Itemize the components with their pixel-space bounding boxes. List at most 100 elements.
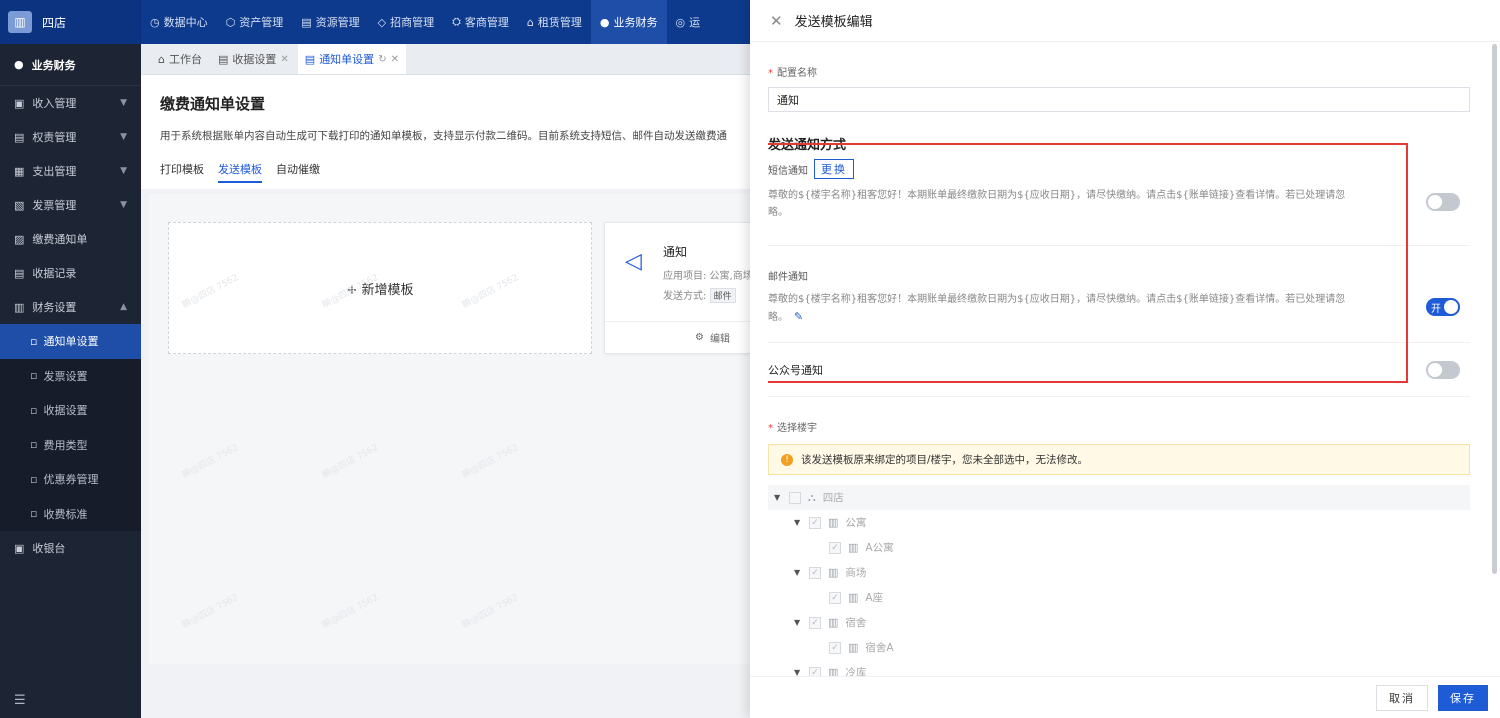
change-template-button[interactable]: 更换 bbox=[814, 159, 854, 179]
megaphone-icon: ◁ bbox=[625, 249, 642, 274]
sms-template-text: 尊敬的${楼宇名称}租客您好！本期账单最终缴款日期为${应收日期}，请尽快缴纳。… bbox=[768, 190, 1346, 218]
checkbox[interactable]: ✓ bbox=[809, 566, 821, 579]
sidebar-subitem-icon: ▫ bbox=[30, 472, 38, 486]
nav-label: 租赁管理 bbox=[537, 16, 582, 29]
edit-template-link[interactable]: 编辑 bbox=[710, 330, 730, 345]
tree-node[interactable]: ▼ ✓ ▥ 商场 bbox=[768, 560, 1470, 585]
wechat-notification: 公众号通知 bbox=[768, 343, 1470, 397]
top-nav-item[interactable]: ● 业务财务 bbox=[590, 0, 667, 44]
sidebar-item[interactable]: ▨ 缴费通知单 bbox=[0, 222, 141, 256]
nav-label: 运 bbox=[689, 16, 701, 29]
collapse-sidebar-icon[interactable]: ☰ bbox=[14, 693, 26, 708]
building-icon: ▥ bbox=[848, 541, 859, 554]
sidebar-subitem-icon: ▫ bbox=[30, 403, 38, 417]
tree-node[interactable]: ▼ ✓ ▥ 宿舍 bbox=[768, 610, 1470, 635]
tree-node-label: 四店 bbox=[822, 492, 844, 504]
checkbox[interactable]: ✓ bbox=[829, 541, 841, 554]
sidebar-subitem[interactable]: ▫ 收据设置 bbox=[0, 393, 141, 428]
sidebar-subitem-label: 费用类型 bbox=[43, 438, 88, 452]
page-tab[interactable]: ⌂ 工作台 bbox=[151, 44, 209, 74]
wechat-toggle[interactable] bbox=[1426, 361, 1460, 379]
checkbox[interactable] bbox=[789, 491, 801, 504]
sidebar-item-icon: ▨ bbox=[14, 232, 25, 246]
method-tag: 邮件 bbox=[709, 288, 736, 303]
sidebar-item-cashier[interactable]: ▣ 收银台 bbox=[0, 531, 141, 565]
watermark: 瞬@四店 7562 bbox=[180, 592, 241, 631]
warning-text: 该发送模板原来绑定的项目/楼宇，您未全部选中，无法修改。 bbox=[801, 454, 1089, 466]
watermark: 瞬@四店 7562 bbox=[460, 442, 521, 481]
checkbox[interactable]: ✓ bbox=[809, 516, 821, 529]
page-tab[interactable]: ▤ 通知单设置 ↻ ✕ bbox=[297, 44, 406, 74]
save-button[interactable]: 保存 bbox=[1438, 684, 1488, 711]
sidebar-item[interactable]: ▣ 收入管理 ▼ bbox=[0, 86, 141, 120]
top-nav-item[interactable]: ◇ 招商管理 bbox=[369, 0, 443, 44]
tree-node[interactable]: ▼ ✓ ▥ 公寓 bbox=[768, 510, 1470, 535]
page-tab[interactable]: ▤ 收据设置 ✕ bbox=[211, 44, 296, 74]
cashier-icon: ▣ bbox=[14, 541, 25, 555]
checkbox[interactable]: ✓ bbox=[829, 641, 841, 654]
watermark: 瞬@四店 7562 bbox=[460, 592, 521, 631]
add-template-card[interactable]: + 新增模板 bbox=[168, 222, 592, 354]
top-nav-items: ◷ 数据中心 ⬡ 资产管理 ▤ 资源管理 ◇ 招商管理 ⛭ 客商管理 ⌂ 租赁管理 ● 业务财务 ◎ 运 bbox=[141, 0, 709, 44]
tree-node[interactable]: ✓ ▥ A公寓 bbox=[768, 535, 1470, 560]
page-title: 缴费通知单设置 bbox=[160, 95, 266, 113]
logo[interactable]: ▥ 四店 bbox=[0, 0, 141, 44]
caret-icon[interactable]: ▼ bbox=[794, 668, 802, 676]
caret-icon[interactable]: ▼ bbox=[774, 493, 782, 502]
subtab[interactable]: 自动催缴 bbox=[276, 161, 320, 183]
drawer-scrollbar[interactable] bbox=[1492, 44, 1497, 574]
cancel-button[interactable]: 取消 bbox=[1376, 684, 1428, 711]
sidebar-item-label: 收入管理 bbox=[32, 97, 77, 110]
top-nav-item[interactable]: ⬡ 资产管理 bbox=[217, 0, 293, 44]
caret-icon[interactable]: ▼ bbox=[794, 618, 802, 627]
sidebar-subitem[interactable]: ▫ 优惠券管理 bbox=[0, 462, 141, 497]
chevron-icon: ▼ bbox=[120, 132, 127, 142]
tree-node[interactable]: ✓ ▥ 宿舍A bbox=[768, 635, 1470, 660]
sidebar-subitem[interactable]: ▫ 通知单设置 bbox=[0, 324, 141, 359]
top-nav-item[interactable]: ▤ 资源管理 bbox=[292, 0, 368, 44]
sidebar-item[interactable]: ▤ 权责管理 ▼ bbox=[0, 120, 141, 154]
sidebar-item-icon: ▦ bbox=[14, 164, 25, 178]
sms-toggle[interactable] bbox=[1426, 193, 1460, 211]
refresh-icon[interactable]: ↻ bbox=[378, 54, 386, 65]
close-tab-icon[interactable]: ✕ bbox=[391, 54, 399, 65]
checkbox[interactable]: ✓ bbox=[809, 616, 821, 629]
tree-node[interactable]: ▼ ✓ ▥ 冷库 bbox=[768, 660, 1470, 676]
top-nav-item[interactable]: ⌂ 租赁管理 bbox=[518, 0, 591, 44]
top-nav-item[interactable]: ⛭ 客商管理 bbox=[443, 0, 518, 44]
sidebar-item[interactable]: ▧ 发票管理 ▼ bbox=[0, 188, 141, 222]
building-icon: ▥ bbox=[828, 516, 839, 529]
tree-node[interactable]: ▼ ⛬ 四店 bbox=[768, 485, 1470, 510]
caret-icon[interactable]: ▼ bbox=[794, 568, 802, 577]
nav-label: 资源管理 bbox=[315, 16, 360, 29]
sidebar-item-icon: ▧ bbox=[14, 198, 25, 212]
sidebar-subitem[interactable]: ▫ 收费标准 bbox=[0, 496, 141, 531]
close-tab-icon[interactable]: ✕ bbox=[280, 54, 288, 65]
email-toggle[interactable]: 开 bbox=[1426, 298, 1460, 316]
template-content: + 新增模板 ◁ 通知 应用项目: 公寓,商场 发送方式: 邮件 ⚙ 编辑 瞬@… bbox=[149, 194, 764, 664]
building-icon: ▥ bbox=[848, 641, 859, 654]
sidebar-item-label: 权责管理 bbox=[32, 131, 77, 144]
checkbox[interactable]: ✓ bbox=[809, 666, 821, 676]
drawer-body: * 配置名称 通知 发送通知方式 短信通知 更换 尊敬的${楼宇名称}租客您好！本… bbox=[768, 42, 1470, 676]
logo-text: 四店 bbox=[42, 15, 67, 30]
subtab[interactable]: 打印模板 bbox=[160, 161, 204, 183]
sidebar-subitem[interactable]: ▫ 费用类型 bbox=[0, 427, 141, 462]
sidebar-subitem[interactable]: ▫ 发票设置 bbox=[0, 358, 141, 393]
sidebar-item[interactable]: ▤ 收据记录 bbox=[0, 256, 141, 290]
tree-node[interactable]: ✓ ▥ A座 bbox=[768, 585, 1470, 610]
top-nav-item[interactable]: ◎ 运 bbox=[667, 0, 710, 44]
close-icon[interactable]: ✕ bbox=[770, 12, 783, 30]
nav-icon: ⛭ bbox=[452, 15, 461, 28]
building-icon: ▥ bbox=[848, 591, 859, 604]
top-nav-item[interactable]: ◷ 数据中心 bbox=[141, 0, 217, 44]
sidebar-item[interactable]: ▥ 财务设置 ▲ bbox=[0, 290, 141, 324]
drawer-footer: 取消 保存 bbox=[750, 676, 1500, 718]
template-card[interactable]: ◁ 通知 应用项目: 公寓,商场 发送方式: 邮件 ⚙ 编辑 bbox=[604, 222, 764, 354]
sidebar-item[interactable]: ▦ 支出管理 ▼ bbox=[0, 154, 141, 188]
caret-icon[interactable]: ▼ bbox=[794, 518, 802, 527]
checkbox[interactable]: ✓ bbox=[829, 591, 841, 604]
config-name-input[interactable]: 通知 bbox=[768, 87, 1470, 112]
sidebar-header[interactable]: ● 业务财务 bbox=[0, 44, 141, 86]
subtab[interactable]: 发送模板 bbox=[218, 161, 262, 183]
